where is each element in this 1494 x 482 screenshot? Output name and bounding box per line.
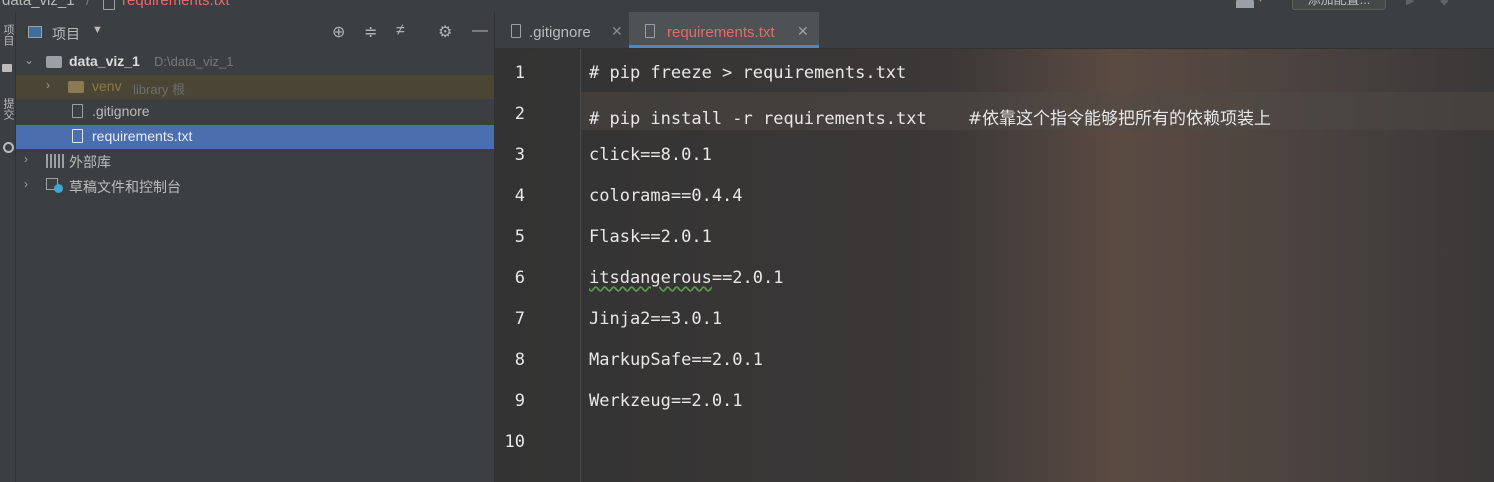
code-line[interactable]: # pip install -r requirements.txt #依靠这个指… <box>589 104 1271 129</box>
top-navigation-bar: data_viz_1 / requirements.txt ▾ 添加配置... … <box>0 0 1494 12</box>
git-file-icon <box>511 24 521 38</box>
breadcrumb-file[interactable]: requirements.txt <box>122 0 230 9</box>
folder-icon[interactable] <box>2 64 12 72</box>
chevron-right-icon[interactable]: › <box>24 152 28 166</box>
code-text: colorama==0.4.4 <box>589 186 743 206</box>
project-panel-header: 项目 ▼ ⊕ ≑ ≠ ⚙ — <box>16 20 494 46</box>
code-line[interactable]: # pip freeze > requirements.txt <box>589 63 906 83</box>
project-panel: 项目 ▼ ⊕ ≑ ≠ ⚙ — ⌄ data_viz_1 D:\data_viz_… <box>16 12 494 482</box>
code-text: # pip freeze > requirements.txt <box>589 63 907 83</box>
chevron-down-icon[interactable]: ▾ <box>1258 0 1263 5</box>
tree-item-external-libraries[interactable]: › 外部库 <box>16 149 494 173</box>
code-line[interactable]: Werkzeug==2.0.1 <box>589 391 743 411</box>
line-number: 3 <box>514 145 525 165</box>
add-configuration-button[interactable]: 添加配置... <box>1292 0 1386 10</box>
code-text: click==8.0.1 <box>589 145 712 165</box>
tree-item-requirements[interactable]: requirements.txt <box>16 125 494 149</box>
code-text: Werkzeug==2.0.1 <box>589 391 743 411</box>
breadcrumb-separator: / <box>86 0 91 9</box>
console-badge-icon <box>54 184 63 193</box>
code-comment: #依靠这个指令能够把所有的依赖项装上 <box>967 109 1271 129</box>
text-file-icon <box>103 0 115 10</box>
text-file-icon <box>645 24 655 38</box>
code-line[interactable]: MarkupSafe==2.0.1 <box>589 350 763 370</box>
code-text: MarkupSafe==2.0.1 <box>589 350 763 370</box>
tree-item-label: .gitignore <box>92 103 150 119</box>
tree-item-label: 外部库 <box>69 154 111 170</box>
tree-item-gitignore[interactable]: .gitignore <box>16 100 494 124</box>
chevron-right-icon[interactable]: › <box>46 78 50 92</box>
code-line[interactable]: Flask==2.0.1 <box>589 227 712 247</box>
breadcrumb-project[interactable]: data_viz_1 <box>2 0 75 9</box>
code-line[interactable]: click==8.0.1 <box>589 145 712 165</box>
close-icon[interactable]: ✕ <box>611 23 623 40</box>
tree-item-label: data_viz_1 <box>69 53 140 69</box>
text-file-icon <box>72 129 83 143</box>
expand-all-icon[interactable]: ≑ <box>364 22 377 42</box>
locate-file-icon[interactable]: ⊕ <box>332 22 345 42</box>
tree-item-hint: library 根 <box>133 82 186 97</box>
tree-item-label: 草稿文件和控制台 <box>69 179 181 195</box>
commit-icon[interactable] <box>3 142 14 153</box>
chevron-down-icon[interactable]: ▼ <box>92 24 103 36</box>
line-number: 8 <box>514 350 525 370</box>
tree-item-scratches[interactable]: › 草稿文件和控制台 <box>16 174 494 198</box>
line-number: 1 <box>514 63 525 83</box>
tree-item-venv[interactable]: › venv library 根 <box>16 75 494 99</box>
project-tool-tab[interactable]: 项目 <box>1 24 14 46</box>
folder-icon <box>68 81 84 93</box>
gear-icon[interactable]: ⚙ <box>438 22 452 42</box>
git-file-icon <box>72 104 83 118</box>
editor: .gitignore ✕ requirements.txt ✕ 1 2 3 4 5 6 7 8… <box>494 12 1494 482</box>
code-line[interactable]: Jinja2==3.0.1 <box>589 309 722 329</box>
minimize-icon[interactable]: — <box>472 22 488 40</box>
line-number: 4 <box>514 186 525 206</box>
line-number: 5 <box>514 227 525 247</box>
line-number: 10 <box>504 432 525 452</box>
line-number-gutter: 1 2 3 4 5 6 7 8 9 10 <box>495 49 581 482</box>
collapse-all-icon[interactable]: ≠ <box>396 22 405 40</box>
tab-gitignore[interactable]: .gitignore ✕ <box>495 12 628 48</box>
line-number: 9 <box>514 391 525 411</box>
tree-item-label: requirements.txt <box>92 128 193 144</box>
tree-item-label: venv <box>92 78 122 94</box>
line-number: 6 <box>514 268 525 288</box>
code-line[interactable]: itsdangerous==2.0.1 <box>589 268 783 288</box>
close-icon[interactable]: ✕ <box>797 23 809 40</box>
tab-requirements[interactable]: requirements.txt ✕ <box>629 12 819 48</box>
commit-tool-tab[interactable]: 提交 <box>1 98 14 120</box>
tab-label: requirements.txt <box>667 24 775 41</box>
spellcheck-warning[interactable]: itsdangerous <box>589 268 712 288</box>
line-number: 2 <box>514 104 525 124</box>
code-line[interactable]: colorama==0.4.4 <box>589 186 743 206</box>
tree-item-path: D:\data_viz_1 <box>154 54 234 69</box>
code-text: Jinja2==3.0.1 <box>589 309 723 329</box>
debug-icon[interactable]: ◆ <box>1440 0 1448 7</box>
code-text: Flask==2.0.1 <box>589 227 712 247</box>
code-area[interactable]: # pip freeze > requirements.txt # pip ins… <box>581 49 1494 482</box>
chevron-right-icon[interactable]: › <box>24 177 28 191</box>
project-view-selector[interactable]: 项目 <box>52 24 80 44</box>
chevron-down-icon[interactable]: ⌄ <box>24 53 34 67</box>
library-icon <box>46 154 64 168</box>
line-number: 7 <box>514 309 525 329</box>
project-view-icon <box>28 26 42 38</box>
user-icon[interactable] <box>1236 0 1254 8</box>
tree-item-project-root[interactable]: ⌄ data_viz_1 D:\data_viz_1 <box>16 50 494 74</box>
code-text: # pip install -r requirements.txt <box>589 109 968 129</box>
editor-tab-bar: .gitignore ✕ requirements.txt ✕ <box>495 12 1494 49</box>
run-icon[interactable]: ▶ <box>1406 0 1414 7</box>
code-text: ==2.0.1 <box>711 268 784 288</box>
tab-label: .gitignore <box>529 24 591 41</box>
folder-icon <box>46 56 62 68</box>
tool-window-strip: 项目 提交 <box>0 12 16 482</box>
